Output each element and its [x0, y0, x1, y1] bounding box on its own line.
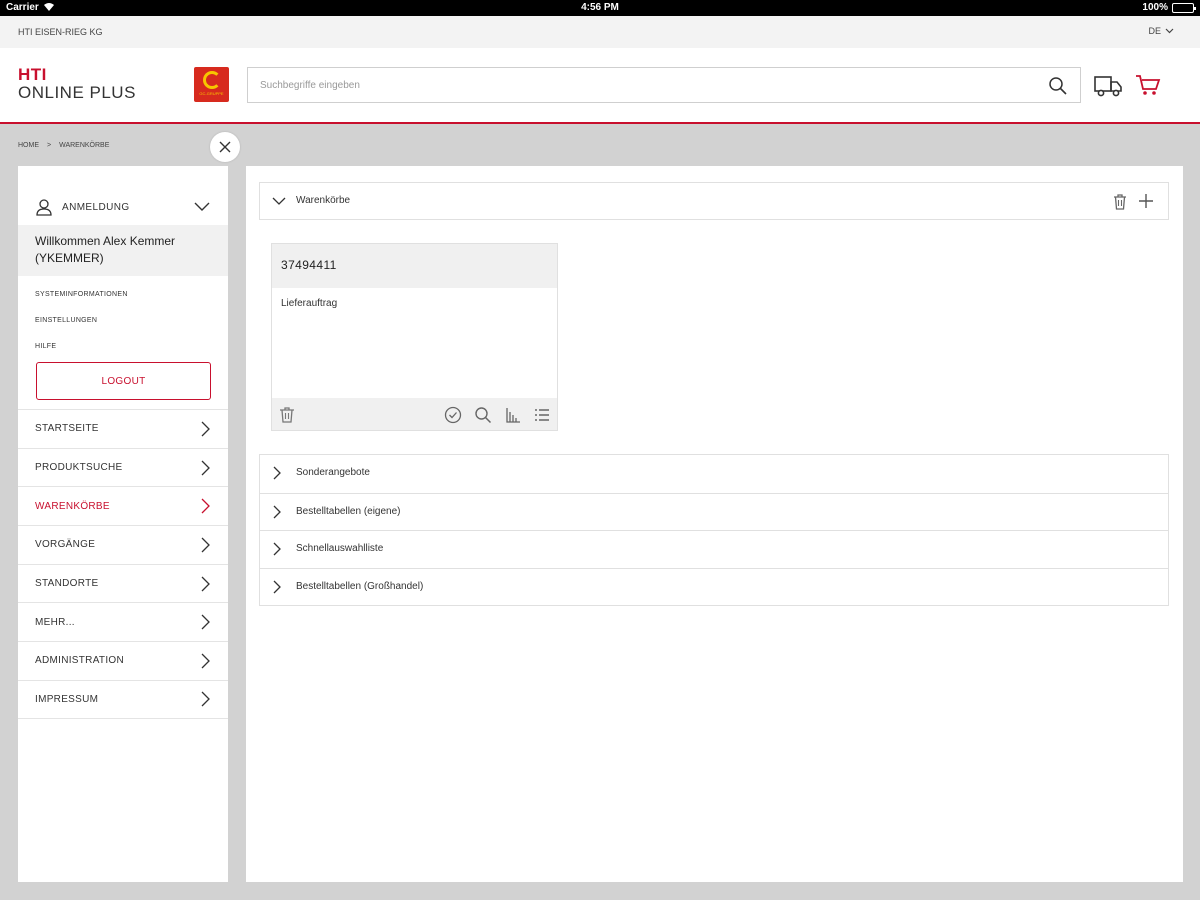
group-logo-text: GC-GRUPPE — [199, 91, 224, 96]
chevron-right-icon — [201, 691, 210, 707]
search-icon[interactable] — [474, 406, 492, 424]
trash-icon[interactable] — [278, 406, 296, 424]
sidebar-item-impressum[interactable]: IMPRESSUM — [18, 679, 228, 719]
cart-card[interactable]: 37494411 Lieferauftrag — [271, 243, 558, 431]
sidebar-item-standorte[interactable]: STANDORTE — [18, 563, 228, 603]
link-systeminformationen[interactable]: SYSTEMINFORMATIONEN — [35, 291, 128, 298]
chevron-right-icon — [201, 653, 210, 669]
chevron-right-icon — [201, 460, 210, 475]
accordion-schnellauswahlliste[interactable]: Schnellauswahlliste — [260, 530, 1168, 568]
header: HTI ONLINE PLUS GC-GRUPPE — [0, 48, 1200, 124]
group-logo: GC-GRUPPE — [194, 67, 229, 102]
section-title: Warenkörbe — [296, 195, 351, 206]
language-selector[interactable]: DE — [1148, 26, 1174, 36]
warenkoerbe-section-header[interactable]: Warenkörbe — [259, 182, 1169, 220]
breadcrumb-current: WARENKÖRBE — [59, 142, 110, 149]
status-time: 4:56 PM — [581, 2, 619, 13]
chevron-down-icon — [1165, 28, 1174, 34]
sidebar-item-label: WARENKÖRBE — [35, 500, 110, 512]
sidebar-item-label: STARTSEITE — [35, 423, 99, 435]
chevron-right-icon — [201, 498, 210, 514]
sidebar-item-label: MEHR... — [35, 616, 75, 628]
brand-line2: ONLINE PLUS — [18, 83, 136, 102]
logout-button[interactable]: LOGOUT — [36, 362, 211, 400]
battery-icon — [1172, 2, 1196, 13]
accordion-title: Bestelltabellen (eigene) — [296, 505, 401, 517]
login-toggle[interactable]: ANMELDUNG — [18, 190, 228, 224]
search-bar — [247, 67, 1081, 103]
cart-card-actions — [272, 398, 557, 430]
cart-type: Lieferauftrag — [281, 298, 338, 309]
sidebar: ANMELDUNG Willkommen Alex Kemmer (YKEMME… — [18, 166, 228, 882]
chevron-right-icon — [201, 614, 210, 630]
main-content: Warenkörbe 37494411 Lieferauftrag Sonder… — [246, 166, 1183, 882]
brand-logo[interactable]: HTI ONLINE PLUS — [18, 66, 136, 102]
company-name: HTI EISEN-RIEG KG — [18, 27, 103, 37]
sidebar-item-mehr[interactable]: MEHR... — [18, 602, 228, 641]
truck-icon[interactable] — [1093, 73, 1123, 99]
sidebar-item-label: VORGÄNGE — [35, 539, 96, 551]
cart-icon[interactable] — [1134, 72, 1162, 98]
sidebar-nav: STARTSEITE PRODUKTSUCHE WARENKÖRBE VORGÄ… — [18, 409, 228, 719]
chevron-right-icon — [273, 542, 281, 556]
chevron-right-icon — [201, 421, 210, 437]
chevron-down-icon — [194, 202, 210, 211]
login-label: ANMELDUNG — [62, 202, 130, 213]
chevron-right-icon — [273, 580, 281, 593]
status-bar: Carrier 4:56 PM 100% — [0, 0, 1200, 16]
sidebar-item-administration[interactable]: ADMINISTRATION — [18, 641, 228, 680]
chevron-right-icon — [273, 505, 281, 518]
battery-indicator: 100% — [1142, 2, 1196, 13]
brand-line1: HTI — [18, 65, 47, 84]
breadcrumb-home[interactable]: HOME — [18, 142, 39, 149]
chevron-right-icon — [201, 537, 210, 553]
search-input[interactable] — [248, 68, 1028, 102]
accordion-title: Bestelltabellen (Großhandel) — [296, 580, 424, 592]
battery-percent: 100% — [1142, 2, 1168, 13]
sidebar-item-warenkoerbe[interactable]: WARENKÖRBE — [18, 486, 228, 525]
accordion-title: Sonderangebote — [296, 467, 370, 478]
breadcrumb-separator: > — [47, 142, 52, 149]
search-icon[interactable] — [1048, 76, 1068, 96]
sidebar-item-label: PRODUKTSUCHE — [35, 462, 123, 474]
accordion-bestelltabellen-grosshandel[interactable]: Bestelltabellen (Großhandel) — [260, 567, 1168, 606]
chevron-right-icon — [201, 576, 210, 592]
accordion-title: Schnellauswahlliste — [296, 543, 384, 554]
breadcrumb: HOME > WARENKÖRBE — [18, 142, 109, 149]
language-label: DE — [1148, 26, 1161, 36]
chevron-right-icon — [273, 466, 281, 480]
cart-number: 37494411 — [272, 244, 557, 288]
link-hilfe[interactable]: HILFE — [35, 343, 56, 350]
list-icon[interactable] — [533, 406, 551, 424]
sidebar-item-label: IMPRESSUM — [35, 693, 99, 705]
close-icon — [219, 141, 231, 153]
sort-icon[interactable] — [504, 406, 522, 424]
sidebar-item-produktsuche[interactable]: PRODUKTSUCHE — [18, 447, 228, 487]
sidebar-item-startseite[interactable]: STARTSEITE — [18, 409, 228, 448]
group-logo-mark — [202, 71, 221, 89]
user-icon — [36, 199, 52, 216]
accordion-sonderangebote[interactable]: Sonderangebote — [260, 455, 1168, 493]
check-circle-icon[interactable] — [444, 406, 462, 424]
chevron-down-icon — [272, 197, 286, 205]
top-strip: HTI EISEN-RIEG KG DE — [0, 16, 1200, 48]
plus-icon[interactable] — [1138, 193, 1154, 209]
accordion-bestelltabellen-eigene[interactable]: Bestelltabellen (eigene) — [260, 492, 1168, 531]
trash-icon[interactable] — [1112, 193, 1128, 211]
sidebar-item-label: STANDORTE — [35, 578, 99, 590]
welcome-message: Willkommen Alex Kemmer (YKEMMER) — [18, 225, 228, 276]
close-sidebar-button[interactable] — [210, 132, 240, 162]
accordion-list: Sonderangebote Bestelltabellen (eigene) … — [259, 454, 1169, 606]
sidebar-item-vorgaenge[interactable]: VORGÄNGE — [18, 525, 228, 564]
sidebar-item-label: ADMINISTRATION — [35, 655, 125, 667]
link-einstellungen[interactable]: EINSTELLUNGEN — [35, 317, 97, 324]
